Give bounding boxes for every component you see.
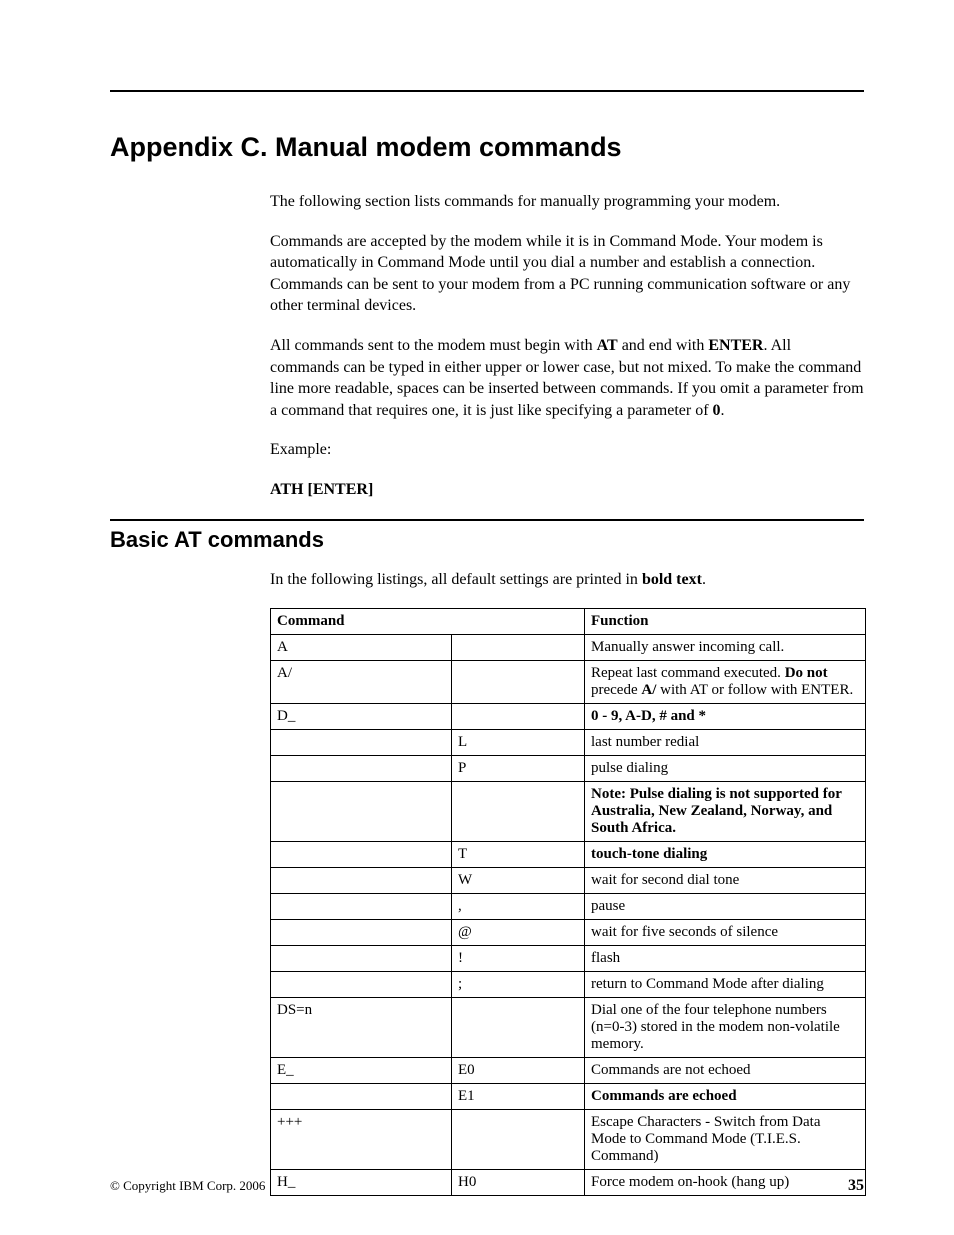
- cell-function: wait for second dial tone: [585, 868, 866, 894]
- cell-arg: [452, 998, 585, 1058]
- cell-arg: [452, 661, 585, 704]
- cell-command: D_: [271, 704, 452, 730]
- table-row: E1Commands are echoed: [271, 1084, 866, 1110]
- cell-arg: W: [452, 868, 585, 894]
- table-header-row: Command Function: [271, 609, 866, 635]
- cell-function: touch-tone dialing: [585, 842, 866, 868]
- cell-function: Escape Characters - Switch from Data Mod…: [585, 1110, 866, 1170]
- cell-command: [271, 972, 452, 998]
- cell-arg: E0: [452, 1058, 585, 1084]
- cell-command: [271, 842, 452, 868]
- cell-arg: P: [452, 756, 585, 782]
- copyright: © Copyright IBM Corp. 2006: [110, 1178, 265, 1194]
- intro-p4: Example:: [270, 439, 864, 461]
- cell-command: +++: [271, 1110, 452, 1170]
- cell-arg: !: [452, 946, 585, 972]
- cell-arg: [452, 635, 585, 661]
- cell-function: return to Command Mode after dialing: [585, 972, 866, 998]
- table-row: E_E0Commands are not echoed: [271, 1058, 866, 1084]
- cell-function: pulse dialing: [585, 756, 866, 782]
- cell-function: wait for five seconds of silence: [585, 920, 866, 946]
- table-row: !flash: [271, 946, 866, 972]
- page-title: Appendix C. Manual modem commands: [110, 132, 864, 163]
- table-row: ;return to Command Mode after dialing: [271, 972, 866, 998]
- cell-arg: ,: [452, 894, 585, 920]
- document-page: Appendix C. Manual modem commands The fo…: [0, 0, 954, 1235]
- table-row: Llast number redial: [271, 730, 866, 756]
- section-title: Basic AT commands: [110, 527, 864, 553]
- cell-arg: [452, 1110, 585, 1170]
- intro-p1: The following section lists commands for…: [270, 191, 864, 213]
- cell-arg: E1: [452, 1084, 585, 1110]
- table-row: Ttouch-tone dialing: [271, 842, 866, 868]
- table-row: Wwait for second dial tone: [271, 868, 866, 894]
- cell-arg: L: [452, 730, 585, 756]
- cell-arg: T: [452, 842, 585, 868]
- th-function: Function: [585, 609, 866, 635]
- cell-arg: [452, 782, 585, 842]
- table-row: Note: Pulse dialing is not supported for…: [271, 782, 866, 842]
- intro-example: ATH [ENTER]: [270, 479, 864, 501]
- cell-command: [271, 782, 452, 842]
- cell-function: Commands are not echoed: [585, 1058, 866, 1084]
- table-row: @wait for five seconds of silence: [271, 920, 866, 946]
- table-row: A Manually answer incoming call.: [271, 635, 866, 661]
- section-intro: In the following listings, all default s…: [270, 569, 864, 591]
- cell-function: 0 - 9, A-D, # and *: [585, 704, 866, 730]
- cell-function: Manually answer incoming call.: [585, 635, 866, 661]
- cell-command: A: [271, 635, 452, 661]
- page-footer: © Copyright IBM Corp. 2006 35: [110, 1177, 864, 1195]
- cell-command: [271, 868, 452, 894]
- cell-arg: [452, 704, 585, 730]
- cell-command: E_: [271, 1058, 452, 1084]
- cell-arg: @: [452, 920, 585, 946]
- cell-command: [271, 946, 452, 972]
- cell-command: A/: [271, 661, 452, 704]
- cell-command: [271, 730, 452, 756]
- table-row: A/Repeat last command executed. Do not p…: [271, 661, 866, 704]
- cell-command: [271, 1084, 452, 1110]
- cell-function: last number redial: [585, 730, 866, 756]
- cell-command: [271, 756, 452, 782]
- table-row: DS=n Dial one of the four telephone numbe…: [271, 998, 866, 1058]
- commands-table: Command Function A Manually answer incomi…: [270, 608, 866, 1196]
- table-row: +++ Escape Characters - Switch from Data …: [271, 1110, 866, 1170]
- cell-function: Dial one of the four telephone numbers (…: [585, 998, 866, 1058]
- table-row: D_ 0 - 9, A-D, # and *: [271, 704, 866, 730]
- cell-command: [271, 920, 452, 946]
- cell-command: [271, 894, 452, 920]
- cell-function: Commands are echoed: [585, 1084, 866, 1110]
- cell-function: pause: [585, 894, 866, 920]
- cell-arg: ;: [452, 972, 585, 998]
- intro-p2: Commands are accepted by the modem while…: [270, 231, 864, 317]
- th-command: Command: [271, 609, 585, 635]
- cell-command: DS=n: [271, 998, 452, 1058]
- section-rule: [110, 519, 864, 521]
- intro-p3: All commands sent to the modem must begi…: [270, 335, 864, 421]
- cell-function: Repeat last command executed. Do not pre…: [585, 661, 866, 704]
- cell-function: Note: Pulse dialing is not supported for…: [585, 782, 866, 842]
- cell-function: flash: [585, 946, 866, 972]
- intro-block: The following section lists commands for…: [270, 191, 864, 501]
- table-row: Ppulse dialing: [271, 756, 866, 782]
- table-row: ,pause: [271, 894, 866, 920]
- top-rule: [110, 90, 864, 92]
- page-number: 35: [848, 1177, 864, 1195]
